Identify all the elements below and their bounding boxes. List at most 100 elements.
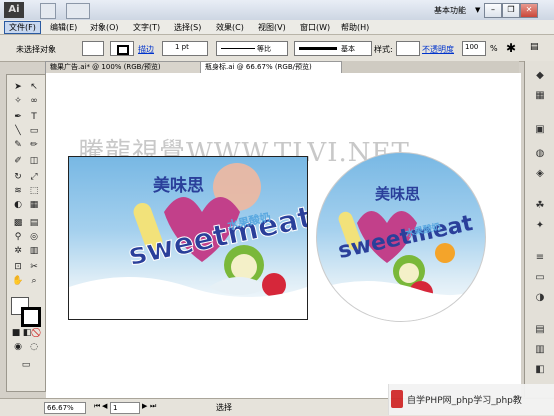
menu-edit[interactable]: 编辑(E) — [50, 22, 77, 33]
control-bar: 未选择对象 描边 1 pt 等比 基本 样式: 不透明度 100 % ✱ ▤ — [0, 35, 554, 62]
free-transform-icon[interactable]: ⬚ — [27, 185, 41, 197]
blob-brush-icon[interactable]: ✐ — [11, 155, 25, 167]
profile-label: 等比 — [257, 45, 271, 53]
menu-window[interactable]: 窗口(W) — [300, 22, 330, 33]
gradient-icon[interactable]: ▤ — [27, 217, 41, 229]
brand-cn-text: 美味思 — [153, 176, 204, 196]
symbol-sprayer-icon[interactable]: ✲ — [11, 245, 25, 257]
eraser-icon[interactable]: ◫ — [27, 155, 41, 167]
title-bar: Ai 基本功能 ▼ – ❐ ✕ — [0, 0, 554, 21]
rectangle-icon[interactable]: ▭ — [27, 125, 41, 137]
paintbrush-icon[interactable]: ✎ — [11, 139, 25, 151]
perspective-grid-icon[interactable]: ▦ — [27, 199, 41, 211]
restore-button[interactable]: ❐ — [502, 3, 520, 18]
selection-status: 未选择对象 — [16, 45, 56, 54]
workspace-switcher[interactable]: 基本功能 — [434, 5, 466, 16]
opacity-link[interactable]: 不透明度 — [422, 44, 454, 55]
document-tab-bar: 糖果广告.ai* @ 100% (RGB/预览) 瓶身标.ai @ 66.67%… — [45, 61, 519, 74]
artboard-number-field[interactable]: 1 — [110, 402, 140, 414]
type-icon[interactable]: T — [27, 111, 41, 123]
close-button[interactable]: ✕ — [520, 3, 538, 18]
zoom-field[interactable]: 66.67% — [44, 402, 86, 414]
menu-view[interactable]: 视图(V) — [258, 22, 286, 33]
pencil-icon[interactable]: ✏ — [27, 139, 41, 151]
menu-file[interactable]: 文件(F) — [4, 21, 41, 34]
selection-tool-icon[interactable]: ➤ — [11, 81, 25, 93]
arrange-documents-icon[interactable] — [66, 3, 90, 19]
menu-effect[interactable]: 效果(C) — [216, 22, 244, 33]
menu-object[interactable]: 对象(O) — [90, 22, 119, 33]
mesh-icon[interactable]: ▩ — [11, 217, 25, 229]
screen-mode-icon[interactable]: ▭ — [19, 359, 33, 371]
none-mode-icon[interactable]: ⃠ — [31, 327, 45, 339]
align-icon[interactable]: ▤ — [532, 323, 548, 337]
panel-dock: ◆ ▦ ▣ ◍ ◈ ☘ ✦ ≡ ▭ ◑ ▤ ▥ ◧ — [524, 61, 554, 397]
rotate-icon[interactable]: ↻ — [11, 171, 25, 183]
stroke-weight-value: 1 pt — [175, 43, 189, 51]
opacity-value: 100 — [465, 43, 479, 51]
blend-icon[interactable]: ◎ — [27, 231, 41, 243]
bridge-icon[interactable] — [40, 3, 56, 19]
brush-definition[interactable]: 基本 — [294, 41, 372, 56]
graphic-style-picker[interactable] — [396, 41, 420, 56]
stroke-weight-field[interactable]: 1 pt — [162, 41, 208, 56]
opacity-field[interactable]: 100 — [462, 41, 486, 56]
draw-behind-icon[interactable]: ◌ — [27, 341, 41, 353]
stroke-panel-icon[interactable]: ≡ — [532, 251, 548, 265]
warp-icon[interactable]: ≋ — [11, 185, 25, 197]
menu-select[interactable]: 选择(S) — [174, 22, 201, 33]
direct-selection-icon[interactable]: ↖ — [27, 81, 41, 93]
scale-icon[interactable]: ⤢ — [27, 171, 41, 183]
prev-artboard-icon[interactable]: ◀ — [102, 402, 107, 410]
variable-width-profile[interactable]: 等比 — [216, 41, 288, 56]
first-artboard-icon[interactable]: ⏮ — [94, 402, 100, 411]
recolor-artwork-icon[interactable]: ✱ — [506, 41, 516, 55]
circular-label-artwork[interactable]: 美味思 sweetmeat 水果酸奶 — [316, 152, 486, 322]
hand-icon[interactable]: ✋ — [11, 275, 25, 287]
last-artboard-icon[interactable]: ⏭ — [150, 402, 156, 411]
draw-normal-icon[interactable]: ◉ — [11, 341, 25, 353]
appearance-icon[interactable]: ◍ — [532, 147, 548, 161]
site-brand-text: 自学PHP网_php学习_php教 — [407, 396, 522, 406]
zoom-icon[interactable]: ⌕ — [27, 275, 41, 287]
shape-builder-icon[interactable]: ◐ — [11, 199, 25, 211]
control-panel-menu-icon[interactable]: ▤ — [530, 42, 539, 52]
transparency-icon[interactable]: ◑ — [532, 291, 548, 305]
swatches-icon[interactable]: ▣ — [532, 123, 548, 137]
symbols-icon[interactable]: ☘ — [532, 199, 548, 213]
app-logo: Ai — [4, 2, 24, 18]
menu-type[interactable]: 文字(T) — [133, 22, 160, 33]
line-icon[interactable]: ╲ — [11, 125, 25, 137]
next-artboard-icon[interactable]: ▶ — [142, 402, 147, 410]
workspace-dropdown-icon[interactable]: ▼ — [475, 6, 480, 14]
opacity-unit: % — [490, 44, 498, 53]
style-label: 样式: — [374, 45, 393, 54]
minimize-button[interactable]: – — [484, 3, 502, 18]
menu-bar: 文件(F) 编辑(E) 对象(O) 文字(T) 选择(S) 效果(C) 视图(V… — [0, 20, 554, 35]
tools-panel: ➤ ↖ ✧ ∞ ✒ T ╲ ▭ ✎ ✏ ✐ ◫ ↻ ⤢ ≋ ⬚ ◐ ▦ ▩ ▤ … — [6, 74, 46, 392]
brushes-icon[interactable]: ✦ — [532, 219, 548, 233]
color-panel-icon[interactable]: ◆ — [532, 69, 548, 83]
column-graph-icon[interactable]: ▥ — [27, 245, 41, 257]
slice-icon[interactable]: ✂ — [27, 261, 41, 273]
stroke-color-box[interactable] — [21, 307, 41, 327]
stroke-link[interactable]: 描边 — [138, 44, 154, 55]
color-guide-icon[interactable]: ▦ — [532, 89, 548, 103]
lasso-icon[interactable]: ∞ — [27, 95, 41, 107]
stroke-swatch[interactable] — [110, 41, 134, 56]
fill-swatch[interactable] — [82, 41, 104, 56]
site-watermark: 自学PHP网_php学习_php教 — [388, 384, 554, 415]
gradient-panel-icon[interactable]: ▭ — [532, 271, 548, 285]
graphic-styles-icon[interactable]: ◈ — [532, 167, 548, 181]
circle-brand-cn-text: 美味思 — [375, 185, 421, 203]
current-tool-status: 选择 — [216, 403, 232, 412]
pathfinder-icon[interactable]: ▥ — [532, 343, 548, 357]
pen-icon[interactable]: ✒ — [11, 111, 25, 123]
menu-help[interactable]: 帮助(H) — [341, 22, 369, 33]
artboard-rectangle-artwork[interactable]: 美味思 sweetmeat 水果酸奶 — [68, 156, 308, 320]
layers-icon[interactable]: ◧ — [532, 363, 548, 377]
brush-label: 基本 — [341, 45, 355, 53]
magic-wand-icon[interactable]: ✧ — [11, 95, 25, 107]
artboard-icon[interactable]: ⊡ — [11, 261, 25, 273]
eyedropper-icon[interactable]: ⚲ — [11, 231, 25, 243]
